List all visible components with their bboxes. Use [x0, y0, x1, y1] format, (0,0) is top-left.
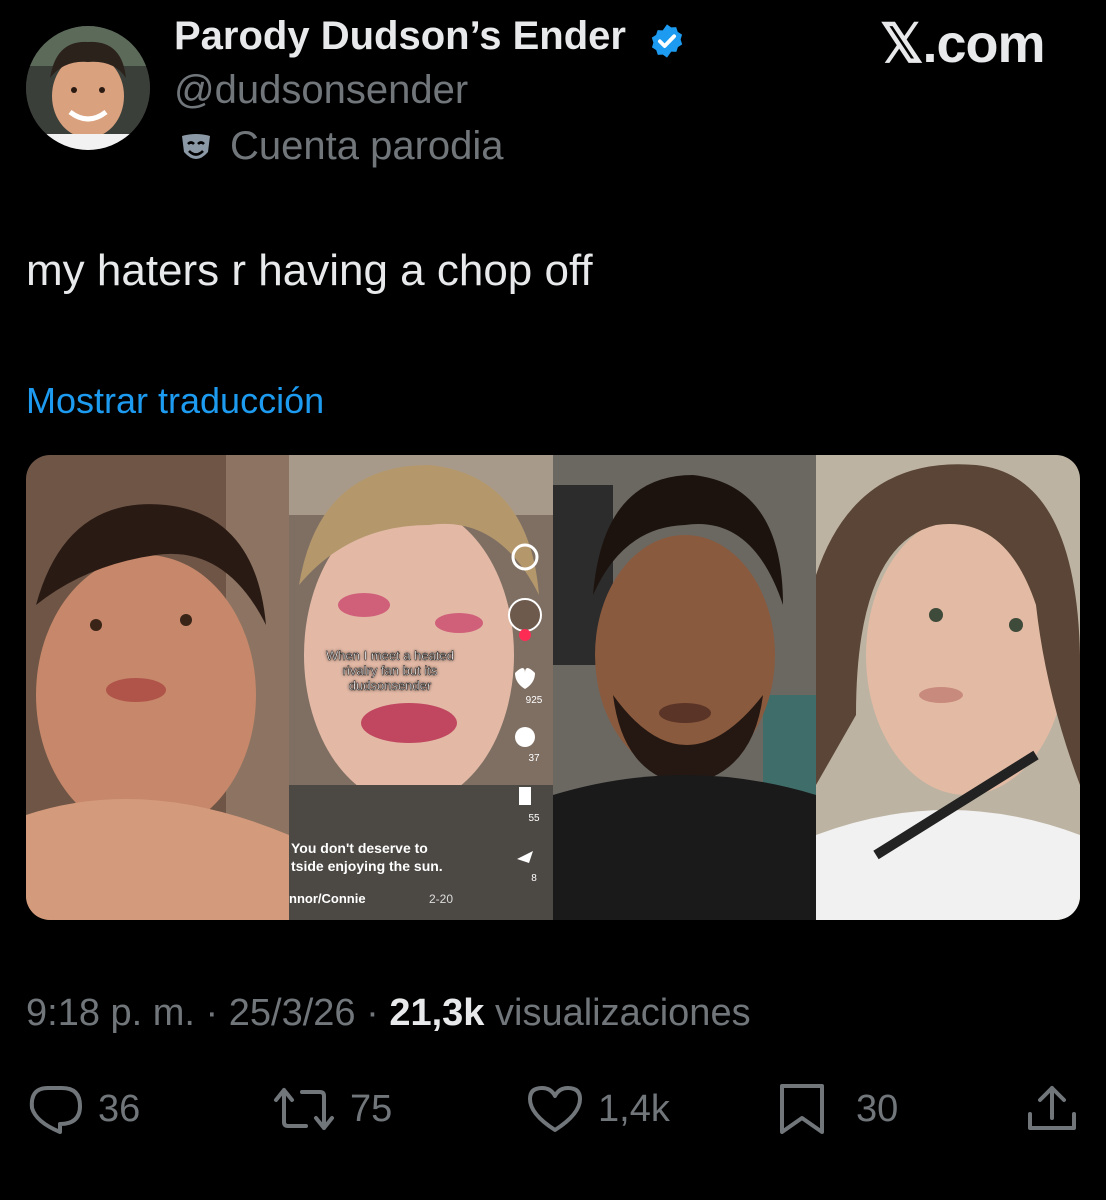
x-com-brand: 𝕏.com	[880, 14, 1046, 74]
meta-separator: ·	[366, 992, 379, 1034]
tiktok-saves-count: 55	[528, 813, 540, 824]
share-button[interactable]	[1026, 1084, 1078, 1134]
media-photo-3[interactable]	[553, 455, 816, 920]
tiktok-likes-count: 925	[525, 695, 543, 706]
parody-account-label: Cuenta parodia	[230, 124, 504, 168]
bookmark-icon	[780, 1084, 824, 1134]
media-photo-4[interactable]	[816, 455, 1080, 920]
author-avatar[interactable]	[26, 26, 150, 150]
heart-icon	[528, 1086, 582, 1132]
repost-count: 75	[350, 1087, 393, 1130]
tiktok-caption: You don't deserve to tside enjoying the …	[291, 840, 443, 874]
like-button[interactable]: 1,4k	[526, 1084, 670, 1134]
parody-mask-icon	[176, 132, 216, 166]
show-translation-link[interactable]: Mostrar traducción	[26, 380, 324, 422]
tweet-time[interactable]: 9:18 p. m.	[26, 992, 195, 1034]
tiktok-shares-count: 8	[531, 873, 537, 884]
tweet-meta: 9:18 p. m. · 25/3/26 · 21,3k visualizaci…	[26, 992, 751, 1035]
repost-icon	[274, 1088, 334, 1130]
meta-separator: ·	[205, 992, 219, 1034]
like-count: 1,4k	[598, 1087, 670, 1130]
media-photo-1[interactable]	[26, 455, 289, 920]
bookmark-button[interactable]: 30	[778, 1084, 898, 1134]
verified-badge-icon	[648, 22, 686, 60]
reply-count: 36	[98, 1087, 141, 1130]
tiktok-author-line: nnor/Connie	[289, 891, 366, 906]
tweet-date[interactable]: 25/3/26	[229, 992, 356, 1034]
share-icon	[1028, 1086, 1076, 1130]
tweet-text: my haters r having a chop off	[26, 246, 593, 295]
tiktok-date: 2-20	[429, 892, 454, 906]
tiktok-comments-count: 37	[528, 753, 540, 764]
tiktok-sticker-text: When I meet a heated rivalry fan but its…	[326, 648, 454, 693]
media-photo-2[interactable]: When I meet a heated rivalry fan but its…	[289, 455, 553, 920]
tweet-media-grid[interactable]: When I meet a heated rivalry fan but its…	[26, 455, 1080, 920]
views-count: 21,3k	[389, 992, 485, 1034]
bookmark-count: 30	[856, 1087, 899, 1130]
author-display-name[interactable]: Parody Dudson’s Ender	[174, 14, 626, 59]
author-handle[interactable]: @dudsonsender	[174, 68, 468, 113]
reply-button[interactable]: 36	[26, 1084, 140, 1134]
reply-icon	[29, 1086, 82, 1134]
repost-button[interactable]: 75	[272, 1084, 392, 1134]
views-label: visualizaciones	[495, 992, 751, 1034]
